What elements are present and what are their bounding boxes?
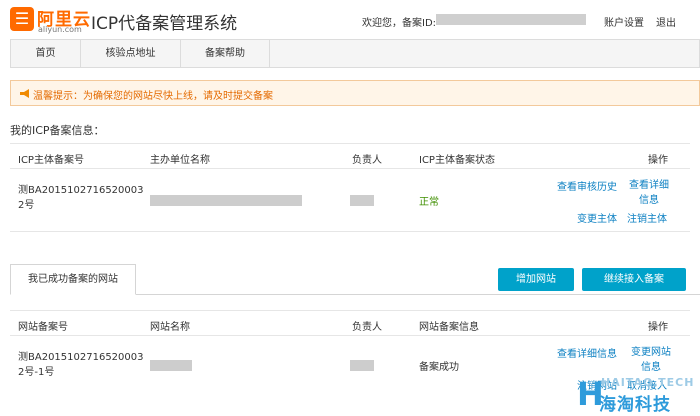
haitao-watermark: H HAITAO TECH 海淘科技 [577, 375, 697, 415]
masked-site-name [150, 360, 192, 371]
masked-record-id [436, 14, 586, 25]
megaphone-icon [19, 88, 31, 99]
masked-site-person [350, 360, 374, 371]
continue-access-button[interactable]: 继续接入备案 [582, 268, 686, 291]
icp-info-title: 我的ICP备案信息： [10, 124, 105, 137]
sites-tab-bar: 我已成功备案的网站 增加网站 继续接入备案 [10, 264, 700, 295]
site-info-status: 备案成功 [419, 362, 459, 373]
col-site-person-in-charge: 负责人 [352, 322, 382, 333]
watermark-bottom-text: 海淘科技 [599, 395, 671, 415]
col-organizer-name: 主办单位名称 [150, 155, 210, 166]
nav-item-home[interactable]: 首页 [11, 40, 81, 67]
system-title: ICP代备案管理系统 [91, 14, 238, 34]
account-settings-link[interactable]: 账户设置 [604, 14, 644, 29]
masked-person-in-charge [350, 195, 374, 206]
icp-record-no: 测BA20151027165200032号 [18, 185, 144, 211]
sites-table-header: 网站备案号 网站名称 负责人 网站备案信息 操作 [10, 310, 690, 336]
tab-registered-sites[interactable]: 我已成功备案的网站 [10, 264, 136, 295]
icp-table-header: ICP主体备案号 主办单位名称 负责人 ICP主体备案状态 操作 [10, 143, 690, 169]
masked-organizer-name [150, 195, 302, 206]
icp-status: 正常 [419, 197, 439, 208]
aliyun-logo-icon: ☰ [10, 7, 34, 31]
add-site-button[interactable]: 增加网站 [498, 268, 574, 291]
header: ☰ 阿里云 aliyun.com ICP代备案管理系统 欢迎您，备案ID: 账户… [0, 0, 700, 38]
col-site-actions: 操作 [648, 322, 668, 333]
change-entity-link[interactable]: 变更主体 [577, 210, 617, 225]
table-row: 测BA20151027165200032号 正常 查看审核历史 查看详细信息 变… [10, 169, 690, 232]
col-person-in-charge: 负责人 [352, 155, 382, 166]
col-site-record-no: 网站备案号 [18, 322, 68, 333]
col-icp-record-no: ICP主体备案号 [18, 155, 84, 166]
col-site-info: 网站备案信息 [419, 322, 479, 333]
view-site-details-link[interactable]: 查看详细信息 [557, 345, 617, 360]
logout-link[interactable]: 退出 [656, 14, 676, 29]
notice-text: 温馨提示：为确保您的网站尽快上线，请及时提交备案 [33, 91, 273, 102]
col-icp-status: ICP主体备案状态 [419, 155, 495, 166]
site-record-no: 测BA20151027165200032号-1号 [18, 352, 144, 378]
logo-text-en: aliyun.com [38, 25, 82, 34]
welcome-text: 欢迎您，备案ID: [362, 18, 437, 29]
nav-item-help[interactable]: 备案帮助 [181, 40, 270, 67]
cancel-entity-link[interactable]: 注销主体 [627, 210, 667, 225]
main-nav: 首页 核验点地址 备案帮助 [10, 39, 700, 68]
nav-item-verification-sites[interactable]: 核验点地址 [81, 40, 181, 67]
change-site-info-link[interactable]: 变更网站信息 [627, 345, 675, 375]
aliyun-logo[interactable]: ☰ 阿里云 aliyun.com [10, 7, 90, 34]
col-actions: 操作 [648, 155, 668, 166]
col-site-name: 网站名称 [150, 322, 190, 333]
view-review-history-link[interactable]: 查看审核历史 [557, 178, 617, 193]
view-details-link[interactable]: 查看详细信息 [627, 178, 671, 208]
notice-banner: 温馨提示：为确保您的网站尽快上线，请及时提交备案 [10, 80, 700, 106]
watermark-letter: H [577, 375, 604, 413]
icp-info-table: ICP主体备案号 主办单位名称 负责人 ICP主体备案状态 操作 测BA2015… [10, 143, 690, 233]
watermark-top-text: HAITAO TECH [601, 376, 695, 389]
